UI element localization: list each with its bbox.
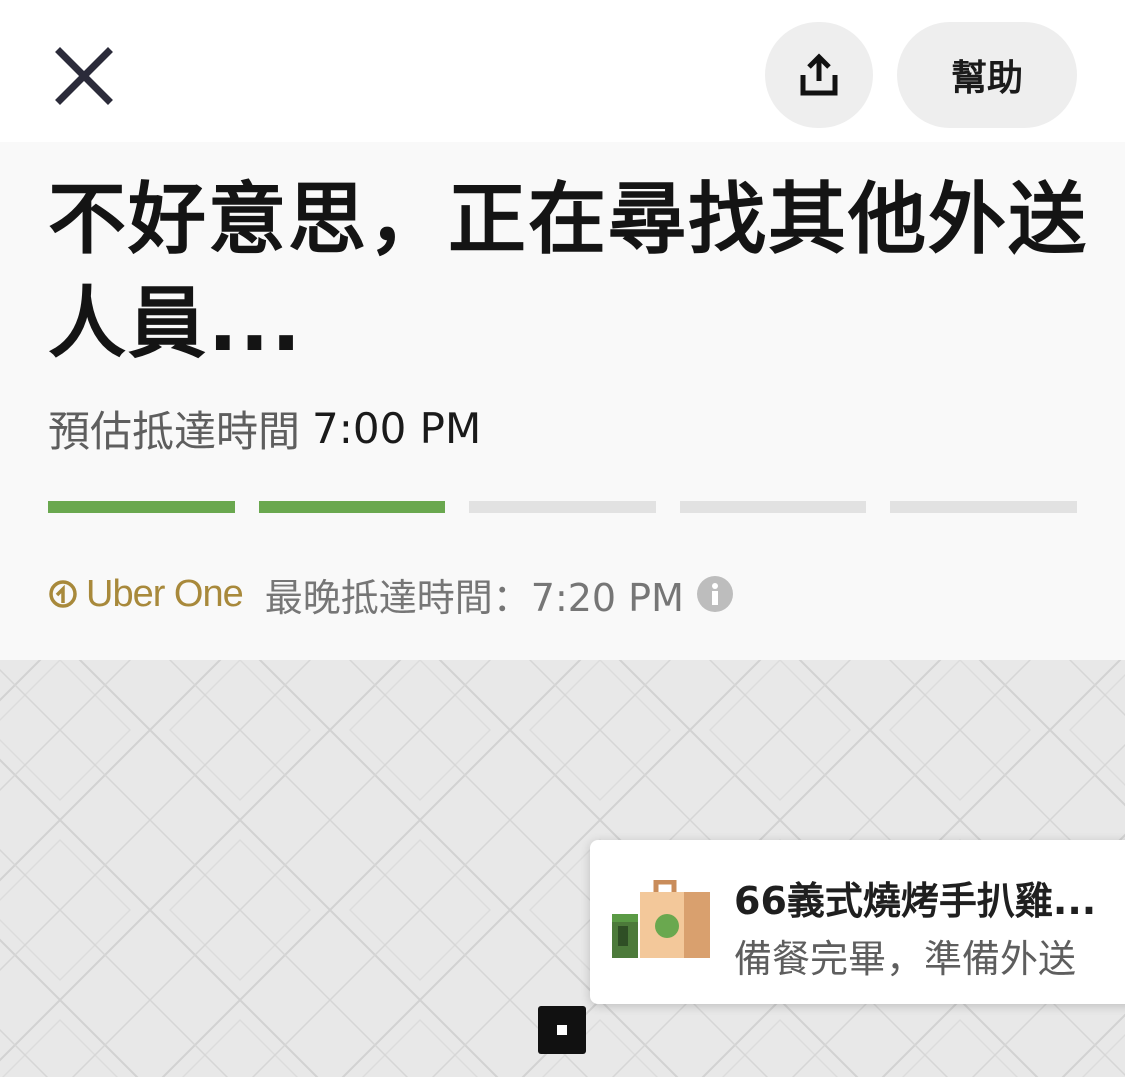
marker-dot — [557, 1025, 567, 1035]
uber-one-logo: Uber One — [48, 572, 244, 616]
latest-arrival-time: 7:20 PM — [530, 575, 684, 620]
latest-arrival-label: 最晚抵達時間： — [264, 575, 531, 620]
share-icon — [800, 53, 838, 96]
progress-segment — [48, 501, 235, 513]
location-marker-icon — [538, 1006, 586, 1054]
progress-segment — [258, 501, 446, 513]
progress-segment — [679, 501, 867, 513]
status-headline: 不好意思，正在尋找其他外送人員... — [48, 175, 1089, 369]
eta-label: 預估抵達時間 — [48, 406, 301, 456]
order-status-text: 備餐完畢，準備外送 — [734, 937, 1077, 981]
delivery-progress-bar — [48, 501, 1077, 513]
info-icon[interactable] — [696, 575, 734, 613]
uber-one-row: Uber One 最晚抵達時間：7:20 PM — [48, 566, 734, 622]
uber-one-brand: Uber One — [86, 572, 244, 615]
close-icon — [55, 47, 113, 105]
latest-arrival-text: 最晚抵達時間：7:20 PM — [265, 567, 684, 622]
restaurant-status-card[interactable]: 66義式燒烤手扒雞... 備餐完畢，準備外送 — [590, 840, 1125, 1004]
shopping-bag-icon — [612, 879, 712, 964]
progress-segment — [469, 501, 656, 513]
share-button[interactable] — [765, 22, 873, 128]
progress-segment — [890, 501, 1077, 513]
uber-one-icon — [49, 580, 77, 608]
close-button[interactable] — [44, 36, 124, 116]
eta-time: 7:00 PM — [312, 403, 482, 453]
restaurant-name: 66義式燒烤手扒雞... — [734, 879, 1097, 923]
eta-row: 預估抵達時間 7:00 PM — [48, 398, 481, 458]
help-button[interactable]: 幫助 — [897, 22, 1077, 128]
